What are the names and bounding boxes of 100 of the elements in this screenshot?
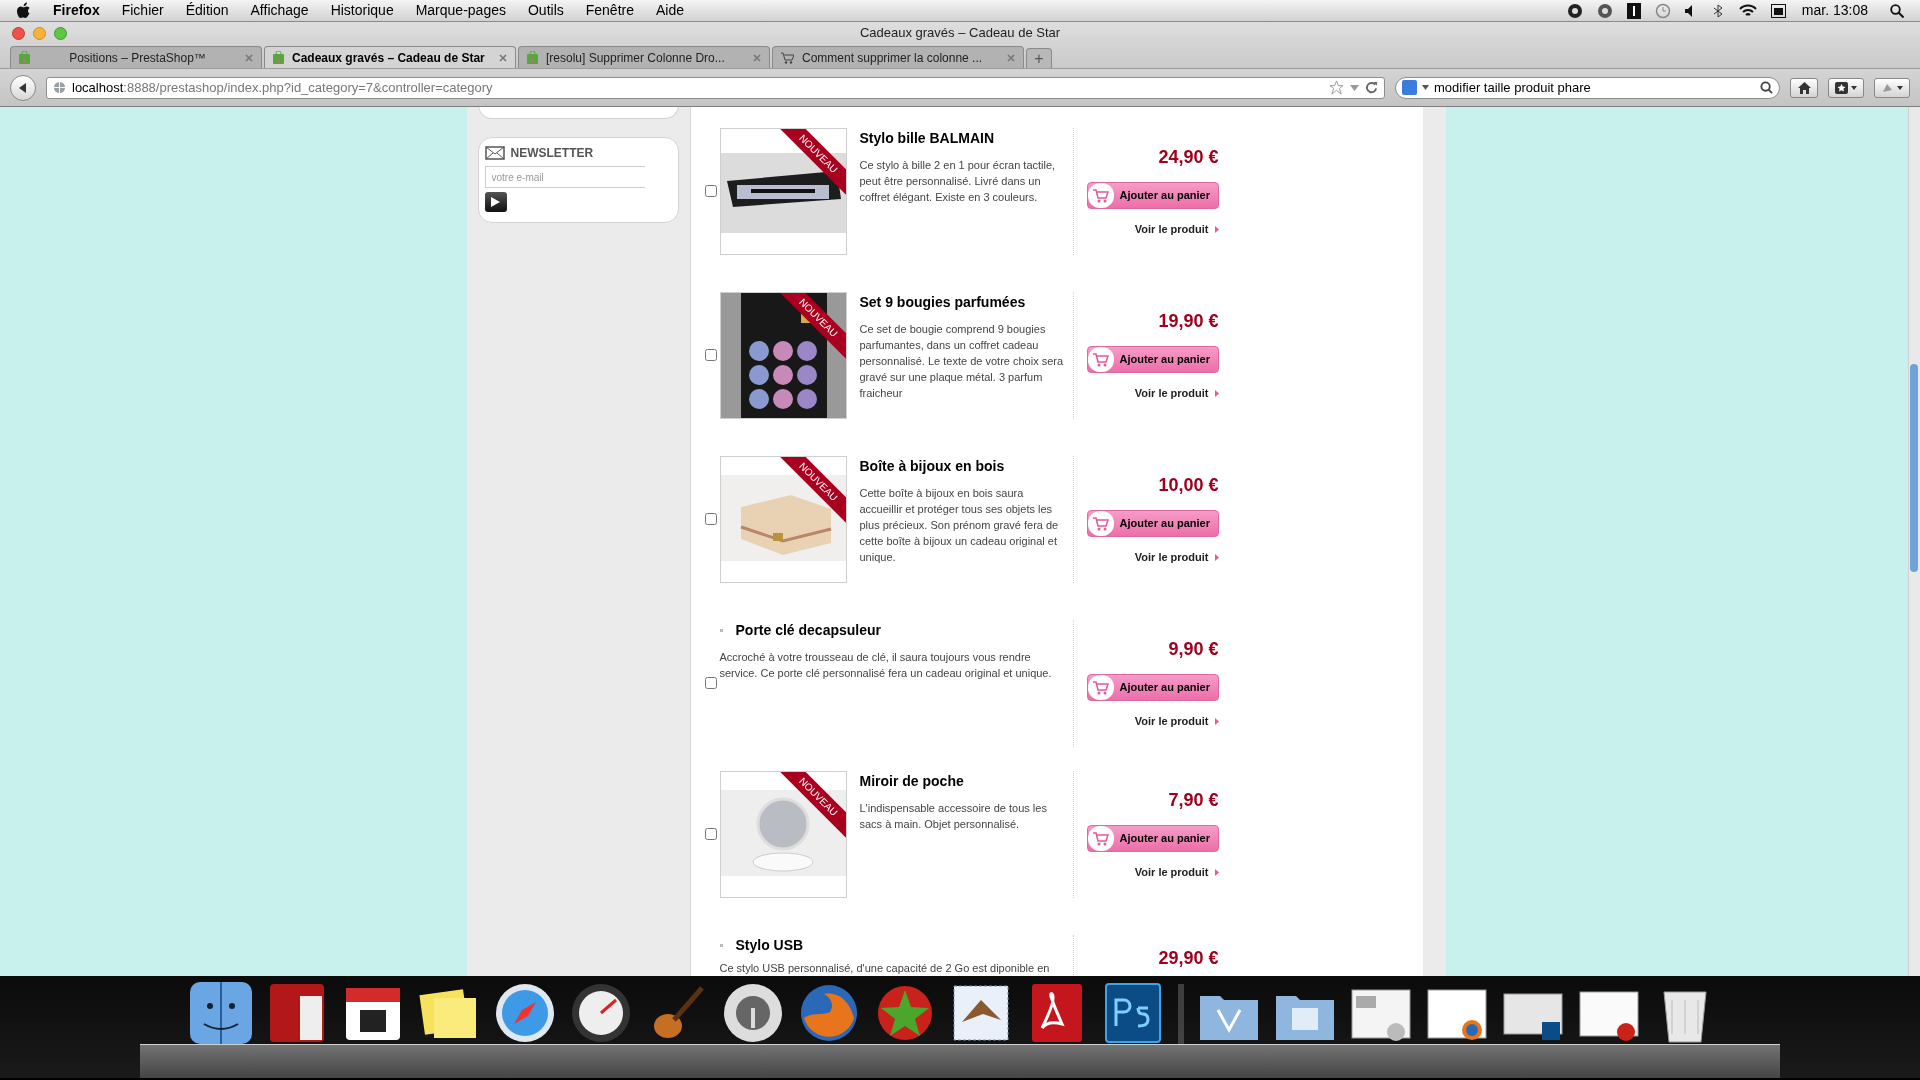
scrollbar[interactable] xyxy=(1908,107,1920,976)
cart-icon xyxy=(1087,347,1114,372)
product-checkbox[interactable] xyxy=(704,184,717,197)
search-icon[interactable] xyxy=(1760,81,1773,94)
browser-tab[interactable]: Positions – PrestaShop™ xyxy=(10,46,262,68)
status-icon[interactable] xyxy=(1566,2,1583,19)
menu-item[interactable]: Édition xyxy=(185,0,229,21)
star-icon[interactable] xyxy=(1329,80,1344,95)
product-price: 9,90 € xyxy=(1168,638,1219,660)
shopping-bag-icon xyxy=(527,51,538,64)
app-menu[interactable]: Firefox xyxy=(53,0,100,21)
product-description: Ce stylo à bille 2 en 1 pour écran tactile, peut être personnalisé. Livré dans un coffret élégant. Existe en 3 couleurs. xyxy=(859,158,1057,205)
caret-icon xyxy=(1851,85,1857,90)
new-tab-button[interactable]: + xyxy=(1026,48,1052,68)
envelope-icon xyxy=(484,146,505,160)
home-button[interactable] xyxy=(1790,77,1818,98)
url-text: localhost:8888/prestashop/index.php?id_category=7&controller=category xyxy=(72,78,494,97)
star-icon xyxy=(1835,81,1848,94)
close-tab-icon[interactable] xyxy=(499,53,507,62)
add-to-cart-button[interactable]: Ajouter au panier xyxy=(1086,182,1219,209)
product-name[interactable]: Stylo bille BALMAIN xyxy=(859,128,1068,149)
product-price: 10,00 € xyxy=(1158,474,1219,496)
menu-item[interactable]: Marque-pages xyxy=(415,0,506,21)
view-product-link[interactable]: Voir le produit xyxy=(1134,385,1219,402)
calendar-icon[interactable] xyxy=(1770,3,1786,18)
reload-icon[interactable] xyxy=(1365,81,1378,94)
status-icon[interactable] xyxy=(1626,2,1641,19)
email-field[interactable]: votre e-mail xyxy=(484,166,645,188)
caret-icon xyxy=(1897,85,1903,90)
browser-tab[interactable]: [resolu] Supprimer Colonne Dro... xyxy=(518,46,770,68)
browser-tab[interactable]: Comment supprimer la colonne ... xyxy=(772,46,1024,68)
menu-item[interactable]: Affichage xyxy=(250,0,309,21)
menu-item[interactable]: Historique xyxy=(330,0,394,21)
add-to-cart-button[interactable]: Ajouter au panier xyxy=(1086,825,1219,852)
back-arrow-icon xyxy=(17,81,29,94)
shopping-bag-icon xyxy=(273,51,284,64)
product-description: Ce set de bougie comprend 9 bougies parfumantes, dans un coffret cadeau personnalisé. Le texte de votre choix sera gravé sur une plaque métal. 3 parfum fraicheur xyxy=(859,322,1065,401)
play-icon xyxy=(491,197,500,207)
menu-clock[interactable]: mar. 13:08 xyxy=(1801,0,1868,21)
product-price: 29,90 € xyxy=(1158,947,1219,969)
scrollbar-thumb[interactable] xyxy=(1910,364,1918,572)
view-product-link[interactable]: Voir le produit xyxy=(1134,549,1219,566)
back-button[interactable] xyxy=(10,74,36,101)
ps-icon[interactable] xyxy=(1102,982,1164,1044)
view-product-link[interactable]: Voir le produit xyxy=(1134,713,1219,730)
addon-button[interactable] xyxy=(1874,77,1910,98)
product-description: L'indispensable accessoire de tous les sacs à main. Objet personnalisé. xyxy=(859,801,1048,832)
browser-tab[interactable]: Cadeaux gravés – Cadeau de Star xyxy=(264,46,516,68)
product-price: 7,90 € xyxy=(1168,789,1219,811)
finder-face-icon[interactable] xyxy=(190,982,252,1044)
close-window-button[interactable] xyxy=(12,26,25,40)
product-checkbox[interactable] xyxy=(704,348,717,361)
search-field[interactable]: modifier taille produit phare xyxy=(1395,76,1780,99)
gauge-icon[interactable] xyxy=(570,982,632,1044)
cart-icon xyxy=(1087,826,1114,851)
product-checkbox[interactable] xyxy=(704,512,717,525)
chevron-icon xyxy=(1214,553,1219,561)
compass-icon[interactable] xyxy=(494,982,556,1044)
add-to-cart-button[interactable]: Ajouter au panier xyxy=(1086,346,1219,373)
product-description: Accroché à votre trousseau de clé, il saura toujours vous rendre service. Ce porte clé personnalisé fera un cadeau original et unique. xyxy=(719,650,1053,681)
view-product-link[interactable]: Voir le produit xyxy=(1134,221,1219,238)
wifi-icon[interactable] xyxy=(1738,3,1757,18)
product-checkbox[interactable] xyxy=(704,827,717,840)
caret-icon[interactable] xyxy=(1422,85,1429,90)
product-name[interactable]: Stylo USB xyxy=(735,935,804,956)
view-product-link[interactable]: Voir le produit xyxy=(1134,864,1219,881)
address-field[interactable]: localhost:8888/prestashop/index.php?id_category=7&controller=category xyxy=(46,76,1385,99)
product-name[interactable]: Porte clé decapsuleur xyxy=(735,620,881,641)
menu-item[interactable]: Fichier xyxy=(121,0,164,21)
cart-icon xyxy=(1087,183,1114,208)
add-to-cart-button[interactable]: Ajouter au panier xyxy=(1086,674,1219,701)
newsletter-title: NEWSLETTER xyxy=(510,145,594,162)
product-name[interactable]: Miroir de poche xyxy=(859,771,1068,792)
search-input[interactable]: modifier taille produit phare xyxy=(1434,77,1755,98)
product-name[interactable]: Boîte à bijoux en bois xyxy=(859,456,1068,477)
home-icon xyxy=(1797,81,1811,94)
cart-icon xyxy=(1087,511,1114,536)
bookmarks-button[interactable] xyxy=(1828,77,1864,98)
menu-item[interactable]: Outils xyxy=(527,0,564,21)
shopping-bag-icon xyxy=(19,51,30,64)
fox-globe-icon[interactable] xyxy=(798,982,860,1044)
product-checkbox[interactable] xyxy=(704,676,717,689)
add-to-cart-button[interactable]: Ajouter au panier xyxy=(1086,510,1219,537)
menu-item[interactable]: Aide xyxy=(656,0,685,21)
window-title: Cadeaux gravés – Cadeau de Star xyxy=(859,24,1061,43)
submit-button[interactable] xyxy=(484,192,507,212)
chevron-icon xyxy=(1214,225,1219,233)
clock-icon[interactable] xyxy=(1654,2,1671,19)
cart-icon xyxy=(1087,675,1114,700)
cart-icon xyxy=(781,51,794,64)
chevron-icon xyxy=(1214,717,1219,725)
search-icon[interactable] xyxy=(1890,3,1904,18)
menu-item[interactable]: Fenêtre xyxy=(585,0,634,21)
product-price: 19,90 € xyxy=(1158,310,1219,332)
product-description: Ce stylo USB personnalisé, d'une capacité de 2 Go est diponible en xyxy=(719,961,1051,976)
globe-icon xyxy=(53,81,66,94)
product-name[interactable]: Set 9 bougies parfumées xyxy=(859,292,1068,313)
product-price: 24,90 € xyxy=(1158,146,1219,168)
apple-logo-icon[interactable] xyxy=(16,2,31,19)
chevron-icon xyxy=(1214,389,1219,397)
